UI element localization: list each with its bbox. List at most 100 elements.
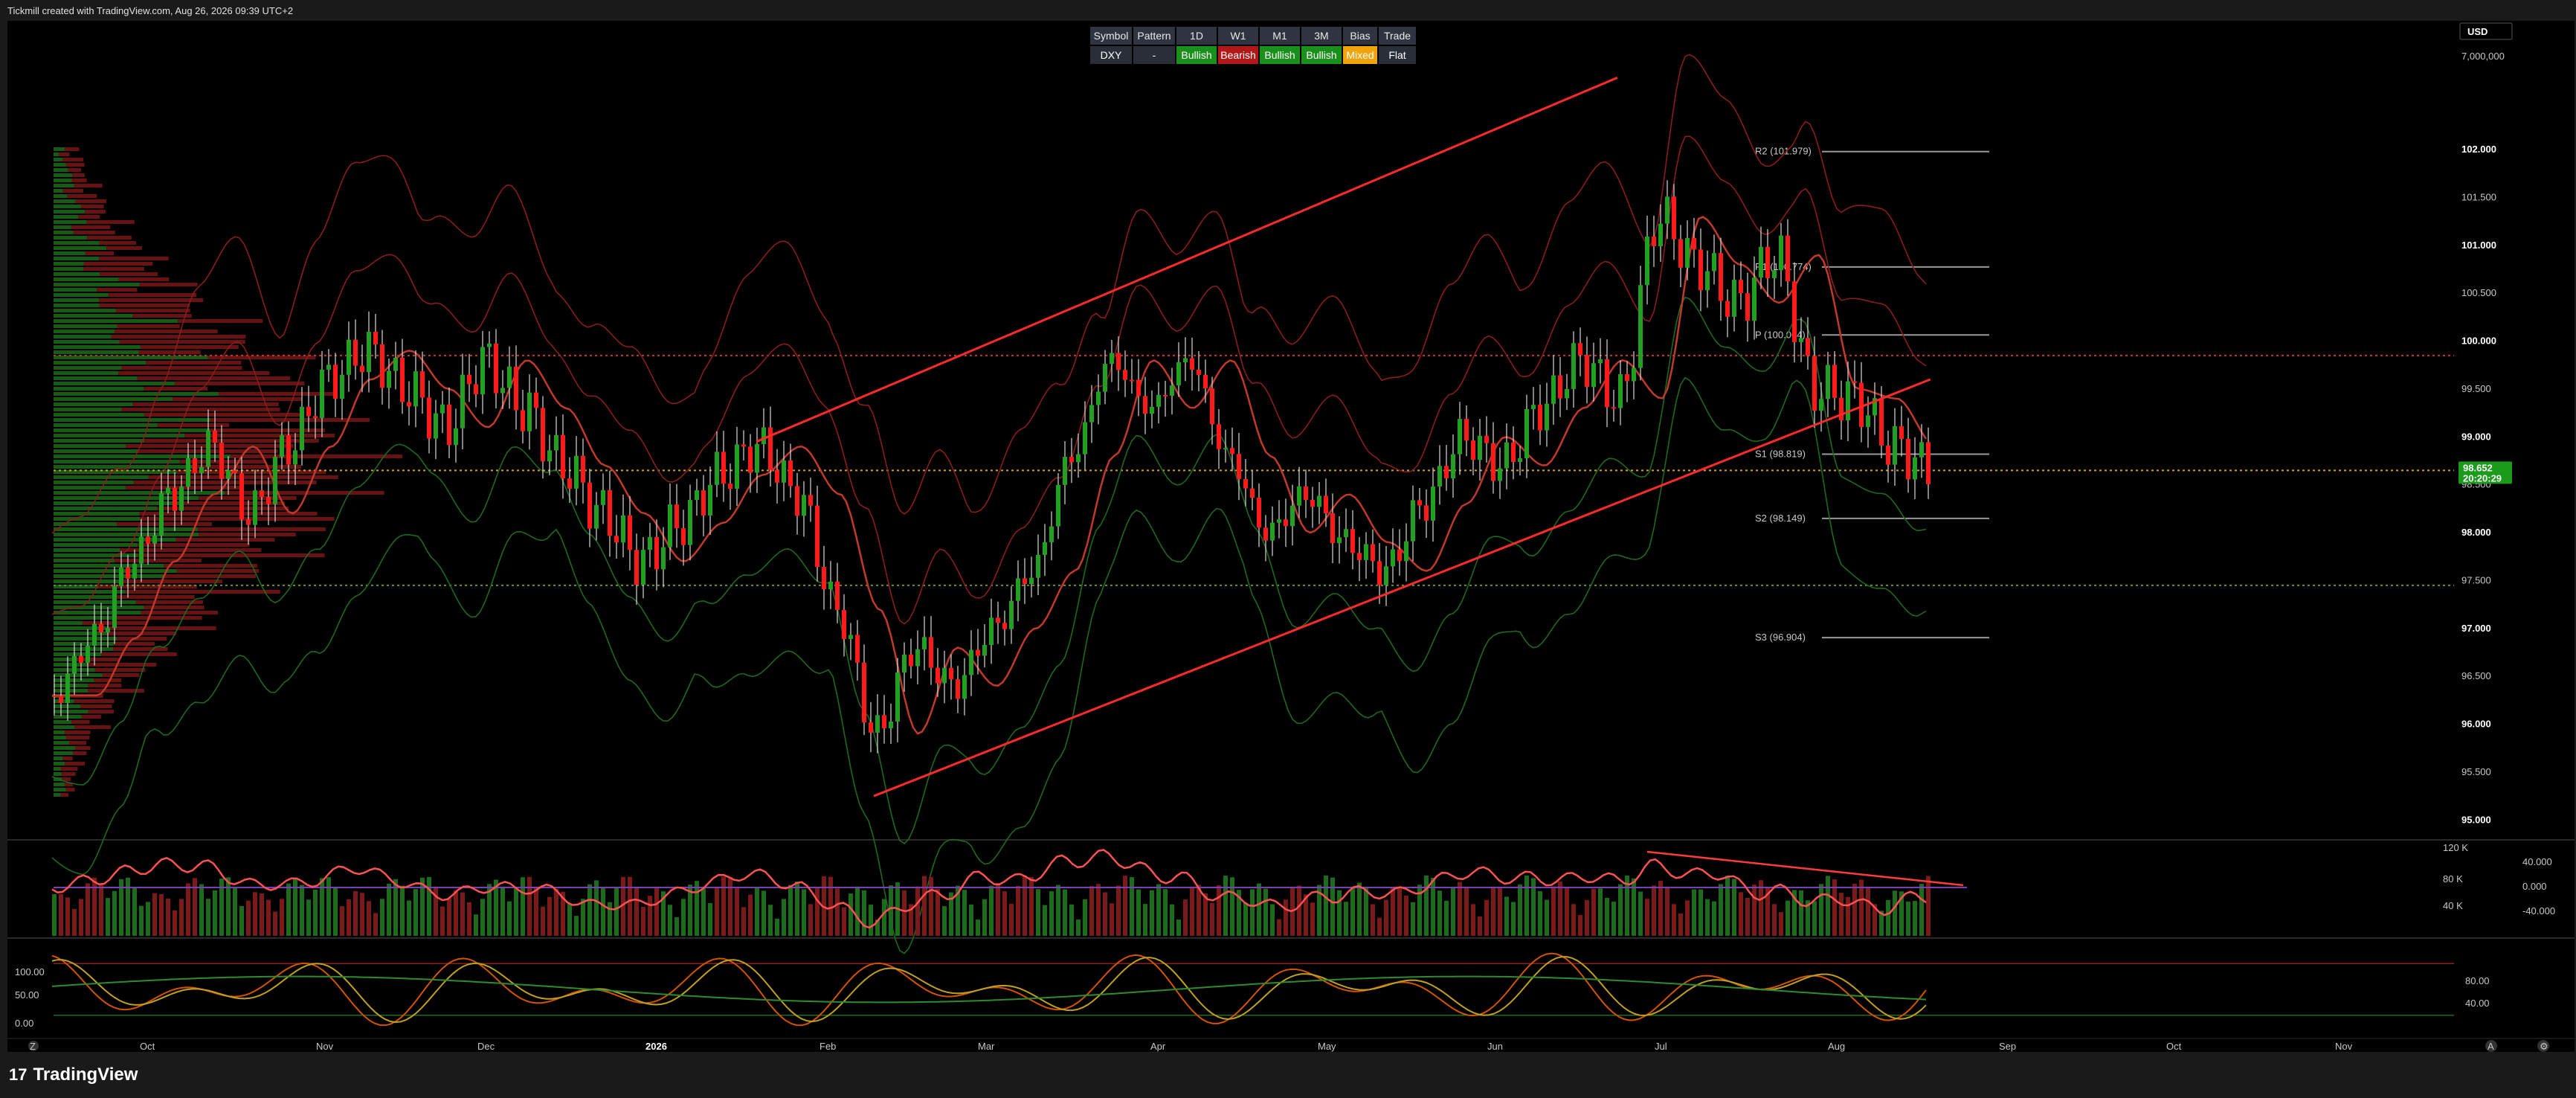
volume-histogram-bar [768,905,773,936]
volume-profile-bar [123,580,223,583]
volume-profile-bar [219,392,337,396]
candle-body [1545,403,1549,431]
candle-body [1250,488,1255,498]
candle-body [1384,566,1388,585]
volume-histogram-bar [166,898,170,936]
candle-body [1123,370,1127,380]
candle-body [875,715,880,733]
volume-profile-bar [137,376,291,380]
volume-histogram-bar [735,888,739,936]
volume-profile-bar [54,678,94,682]
volume-histogram-bar [1866,887,1870,936]
candle-body [1056,484,1060,527]
candle-body [1725,301,1730,317]
candle-body [300,406,304,451]
volume-histogram-bar [146,902,150,936]
candle-body [1685,237,1690,268]
volume-profile-bar [54,658,74,661]
volume-profile-bar [74,746,91,750]
price-axis-tick: 100.000 [2461,336,2496,347]
volume-histogram-bar [132,887,137,936]
tradingview-logo[interactable]: 17 TradingView [9,1065,138,1085]
volume-histogram-bar [1565,887,1569,936]
chart-svg[interactable]: 102.000 101.500 101.000 100.500 100.000 99.50… [7,21,2575,1052]
candle-body [1719,253,1723,301]
price-axis-tick: 101.500 [2461,191,2496,202]
candle-body [246,519,251,525]
volume-histogram-bar [982,899,987,936]
volume-profile-bar [54,580,124,583]
volume-histogram-bar [1437,890,1442,936]
candle-body [353,339,358,366]
volume-profile-bar [54,663,88,667]
candle-body [862,662,866,723]
volume-histogram-bar [86,883,90,936]
price-axis-tick: 98.000 [2461,527,2491,538]
candle-body [494,343,498,394]
volume-histogram-bar [460,892,465,936]
volume-histogram-bar [126,877,130,936]
volume-profile-bar [60,767,78,771]
volume-histogram-bar [748,894,753,936]
volume-histogram-bar [1638,891,1643,936]
candle-body [1638,285,1643,368]
volume-histogram-bar [1310,902,1315,936]
candle-body [708,484,712,516]
volume-histogram-bar [447,898,451,936]
candle-body [166,487,170,493]
volume-histogram-bar [333,887,338,936]
candle-body [119,567,123,586]
volume-histogram-bar [273,911,277,936]
candle-body [695,490,699,501]
volume-histogram-bar [99,883,103,936]
volume-histogram-bar [1618,884,1623,936]
volume-histogram-bar [407,900,411,936]
candle-body [1397,549,1402,562]
chart-area[interactable]: 102.000 101.500 101.000 100.500 100.000 99.50… [7,21,2575,1052]
candle-body [326,365,331,370]
volume-histogram-bar [989,885,994,936]
volume-histogram-bar [1471,904,1475,936]
volume-profile-bar [99,257,169,260]
volume-histogram-bar [1036,889,1040,936]
volume-profile-bar [54,481,134,484]
volume-profile-bar [54,731,65,734]
volume-histogram-bar [1692,889,1696,936]
volume-profile-bar [54,163,66,167]
volume-profile-bar [54,486,126,489]
candle-body [674,504,679,529]
volume-histogram-bar [1002,891,1007,936]
volume-histogram-bar [1364,888,1368,936]
volume-histogram-bar [1545,899,1549,936]
candle-body [1437,466,1442,487]
candle-body [159,492,164,536]
volume-profile-bar [145,361,242,365]
candle-body [1652,236,1656,247]
stoch-d-line [51,956,1927,1024]
candle-body [434,413,438,439]
volume-histogram-bar [1190,886,1194,936]
volume-histogram-bar [1411,902,1415,936]
candle-body [1645,236,1649,286]
candle-body [440,404,445,414]
volume-histogram-bar [1136,889,1141,936]
volume-profile-bar [54,600,136,604]
signal-table-value: Bullish [1264,49,1295,61]
volume-profile-bar [144,439,319,443]
volume-profile-bar [125,590,280,594]
volume-histogram-bar [862,890,866,936]
volume-profile-bar [62,757,73,760]
volume-histogram-bar [65,897,70,936]
candle-body [86,646,90,663]
candle-body [594,504,599,529]
candle-body [1263,527,1268,541]
volume-profile-bar [54,642,115,646]
candle-body [1083,422,1087,455]
candle-body [648,536,652,550]
volume-histogram-bar [159,893,164,936]
volume-histogram-bar [1056,884,1060,936]
volume-profile-bar [54,501,184,505]
candle-body [581,455,585,483]
volume-histogram-bar [1504,896,1509,936]
candle-body [1391,549,1395,567]
